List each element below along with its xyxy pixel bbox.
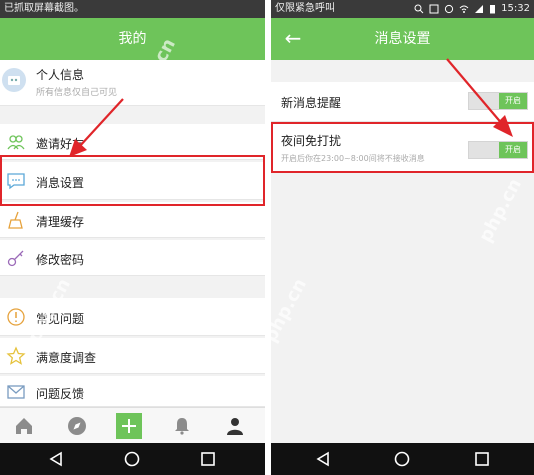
question-icon xyxy=(7,308,25,326)
list-item-label: 消息设置 xyxy=(36,176,85,190)
status-text: 仅限紧急呼叫 xyxy=(275,3,335,14)
status-bar: 仅限紧急呼叫 15:32 xyxy=(271,0,534,18)
recents-square-icon[interactable] xyxy=(473,450,491,468)
battery-icon xyxy=(490,5,496,14)
list-item-label: 修改密码 xyxy=(36,253,85,267)
red-arrow-icon xyxy=(69,98,124,157)
home-icon[interactable] xyxy=(10,412,38,440)
setting-label: 新消息提醒 xyxy=(281,96,342,110)
recents-square-icon[interactable] xyxy=(199,450,217,468)
page-title: 我的 xyxy=(118,31,147,47)
list-item-label: 清理缓存 xyxy=(36,215,85,229)
broom-icon xyxy=(8,211,23,229)
list-item-change-password[interactable]: 修改密码 xyxy=(0,240,265,276)
back-triangle-icon[interactable] xyxy=(47,450,65,468)
status-bar: 已抓取屏幕截图。 xyxy=(0,0,265,18)
watermark: php.cn xyxy=(271,275,311,346)
home-circle-icon[interactable] xyxy=(393,450,411,468)
system-nav-bar xyxy=(271,443,534,475)
key-icon xyxy=(7,250,24,267)
bell-icon[interactable] xyxy=(168,412,196,440)
signal-icon xyxy=(475,5,484,13)
alarm-icon xyxy=(445,4,454,14)
system-nav-bar xyxy=(0,443,265,475)
star-icon xyxy=(6,346,26,365)
back-triangle-icon[interactable] xyxy=(314,450,332,468)
plus-icon[interactable] xyxy=(116,413,142,439)
status-text: 已抓取屏幕截图。 xyxy=(4,3,84,14)
envelope-icon xyxy=(7,385,25,399)
search-icon xyxy=(414,4,424,14)
status-time: 15:32 xyxy=(501,3,530,14)
image-icon xyxy=(429,4,439,14)
list-item-message-settings[interactable]: 消息设置 xyxy=(0,162,265,200)
bottom-nav xyxy=(0,407,265,443)
red-arrow-icon xyxy=(446,58,513,137)
setting-description: 开启后你在23:00~8:00间将不接收消息 xyxy=(281,154,425,163)
right-screen: 仅限紧急呼叫 15:32 ← 消息设置 新消息提醒 开启 夜间免打扰 开启后你在… xyxy=(271,0,534,475)
list-item-faq[interactable]: 常见问题 xyxy=(0,298,265,336)
person-icon[interactable] xyxy=(221,412,249,440)
list-item-label: 常见问题 xyxy=(36,312,85,326)
compass-icon[interactable] xyxy=(63,412,91,440)
people-icon xyxy=(7,135,25,150)
profile-name: 个人信息 xyxy=(36,68,85,82)
back-arrow-icon[interactable]: ← xyxy=(281,18,305,60)
list-item-clear-cache[interactable]: 清理缓存 xyxy=(0,202,265,238)
list-item-feedback[interactable]: 问题反馈 xyxy=(0,376,265,407)
header-bar: ← 消息设置 xyxy=(271,18,534,60)
watermark: php.cn xyxy=(475,175,526,246)
list-item-label: 问题反馈 xyxy=(36,387,85,401)
setting-label: 夜间免打扰 xyxy=(281,134,342,148)
page-title: 消息设置 xyxy=(374,31,431,47)
avatar xyxy=(2,68,26,92)
left-screen: 已抓取屏幕截图。 我的 个人信息 所有信息仅自己可见 邀请好友 消息设置 清理缓… xyxy=(0,0,265,475)
chat-bubble-icon xyxy=(7,173,25,190)
list-item-label: 满意度调查 xyxy=(36,351,97,365)
wifi-icon xyxy=(459,5,469,13)
home-circle-icon[interactable] xyxy=(123,450,141,468)
header-bar: 我的 xyxy=(0,18,265,60)
list-item-survey[interactable]: 满意度调查 xyxy=(0,338,265,374)
